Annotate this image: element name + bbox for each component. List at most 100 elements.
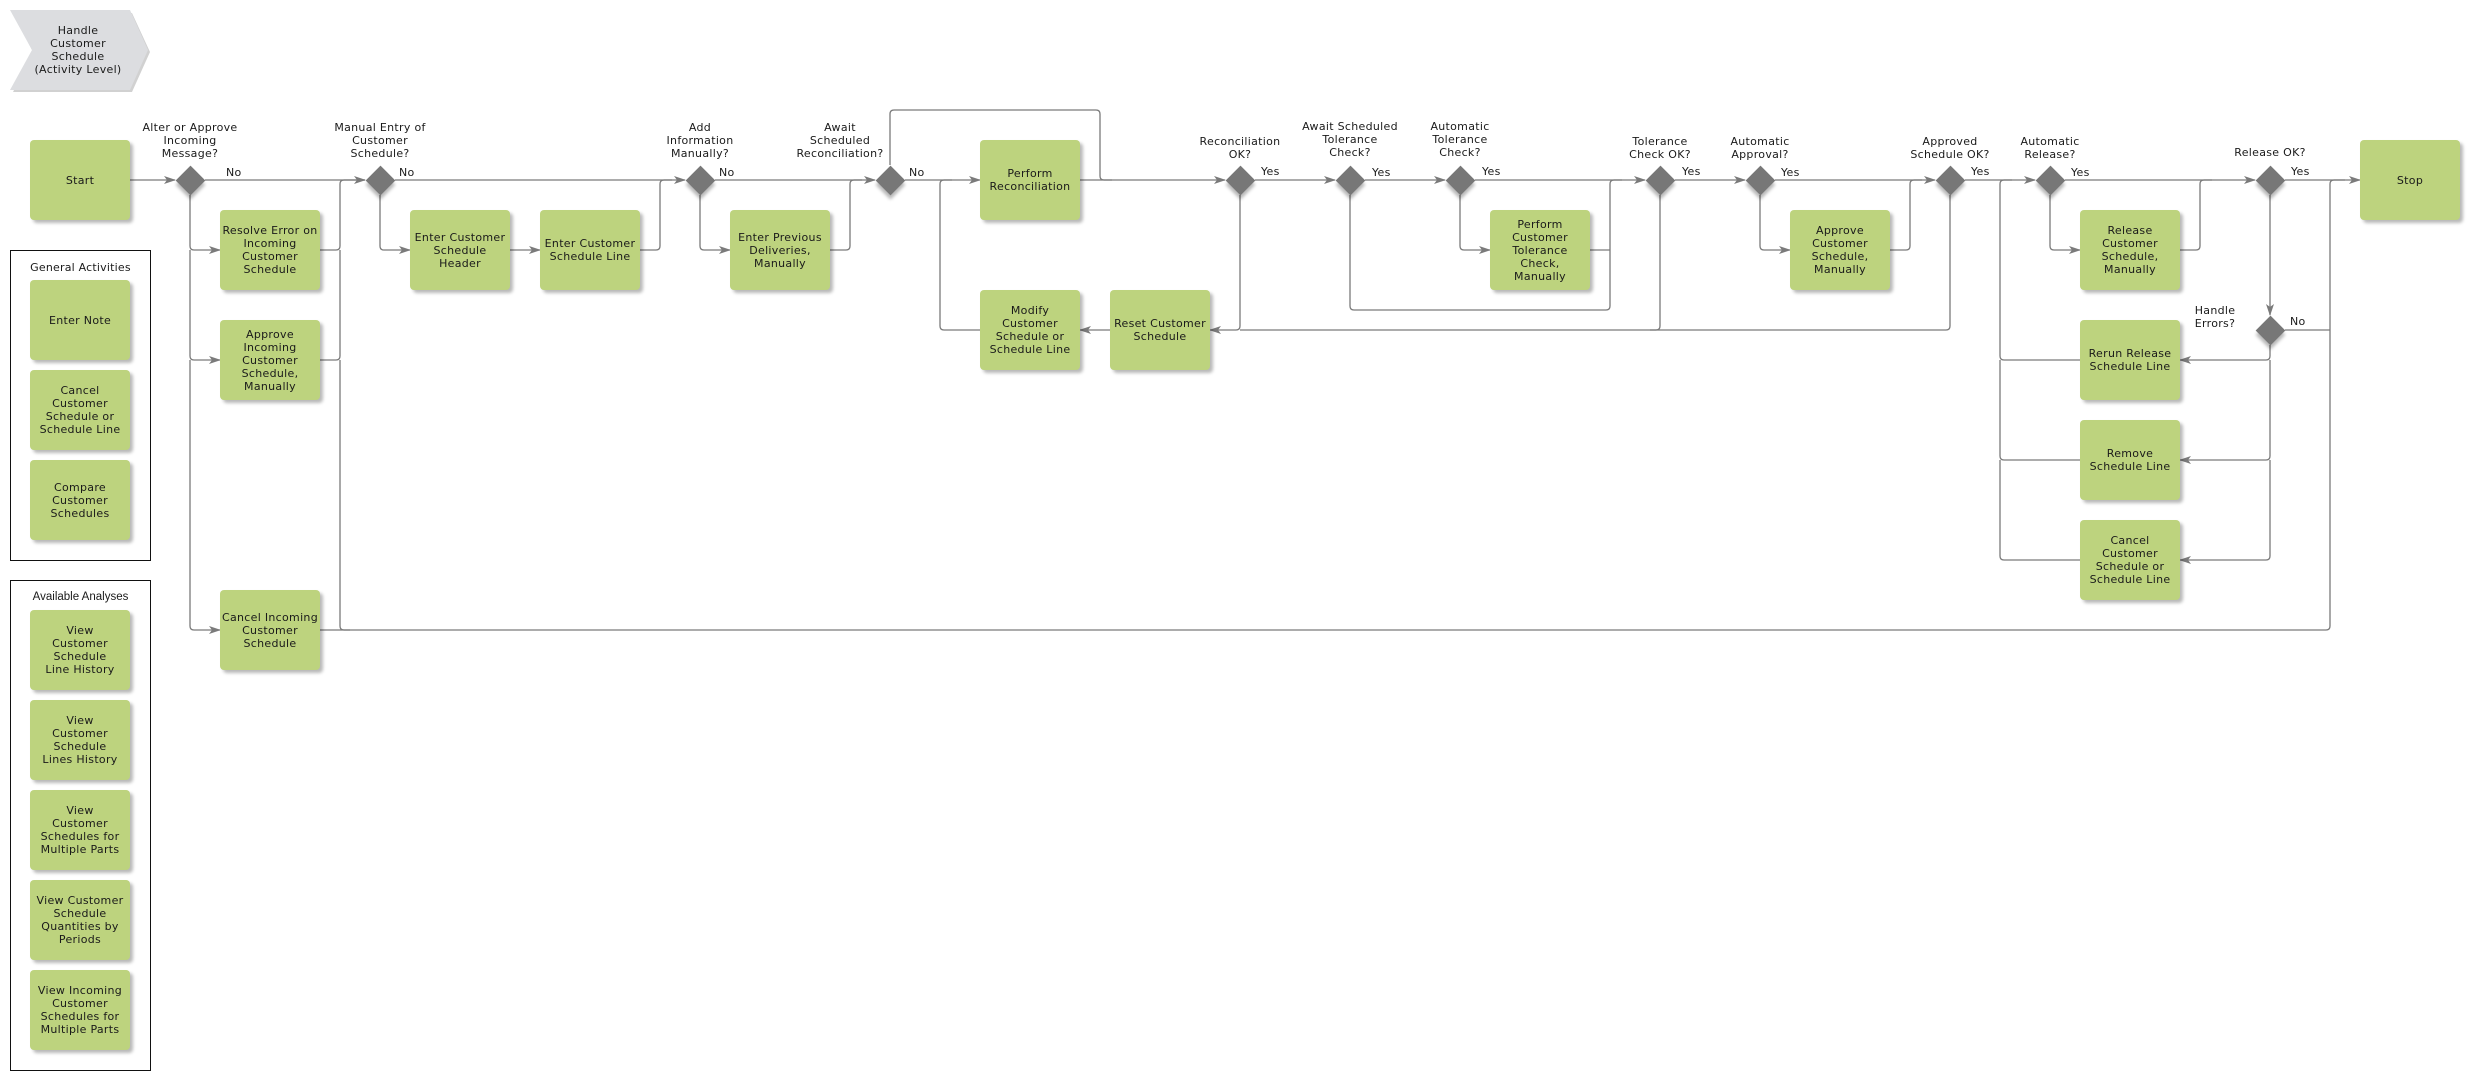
connector-branch	[2049, 195, 2081, 254]
activity-label: Cancel Customer Schedule or Schedule Lin…	[39, 384, 121, 436]
activity-cancel-schedule[interactable]: Cancel Customer Schedule or Schedule Lin…	[2080, 520, 2180, 600]
activity-approve-incoming[interactable]: Approve Incoming Customer Schedule, Manu…	[220, 320, 320, 400]
connector-merge	[320, 179, 365, 251]
analysis-line-history[interactable]: View Customer Schedule Line History	[30, 610, 130, 690]
activity-label: Rerun Release Schedule Line	[2088, 347, 2172, 373]
activity-label: Enter Customer Schedule Line	[544, 237, 636, 263]
connector-merge	[2180, 179, 2212, 251]
activity-label: Approve Incoming Customer Schedule, Manu…	[241, 327, 299, 393]
general-activity-cancel-schedule[interactable]: Cancel Customer Schedule or Schedule Lin…	[30, 370, 130, 450]
activity-remove-schedule-line[interactable]: Remove Schedule Line	[2080, 420, 2180, 500]
available-analyses-title: Available Analyses	[32, 591, 129, 603]
connector-branch	[2179, 345, 2271, 364]
connector-rework	[939, 179, 980, 331]
activity-modify-schedule[interactable]: Modify Customer Schedule or Schedule Lin…	[980, 290, 1080, 370]
activity-label: Enter Note	[48, 313, 112, 327]
branch-label: No	[2290, 315, 2306, 328]
decision-question: Add Information Manually?	[666, 121, 734, 160]
activity-rerun-release[interactable]: Rerun Release Schedule Line	[2080, 320, 2180, 400]
branch-label: No	[399, 166, 415, 179]
activity-enter-header[interactable]: Enter Customer Schedule Header	[410, 210, 510, 290]
connector-to-reset	[1650, 195, 1661, 331]
decision-question: Alter or Approve Incoming Message?	[142, 121, 238, 160]
connector-merge	[1890, 179, 1922, 251]
connector-branch	[379, 195, 411, 254]
analysis-label: View Customer Schedules for Multiple Par…	[40, 804, 120, 856]
decision-question: Manual Entry of Customer Schedule?	[334, 121, 426, 160]
branch-label: Yes	[2071, 166, 2090, 179]
branch-label: Yes	[1261, 165, 1280, 178]
activity-label: Resolve Error on Incoming Customer Sched…	[222, 224, 318, 276]
analysis-label: View Incoming Customer Schedules for Mul…	[37, 984, 123, 1036]
analysis-quantities-by-periods[interactable]: View Customer Schedule Quantities by Per…	[30, 880, 130, 960]
activity-perform-reconciliation[interactable]: Perform Reconciliation	[980, 140, 1080, 220]
decision-question: Await Scheduled Reconciliation?	[796, 121, 884, 160]
activity-label: Compare Customer Schedules	[50, 480, 110, 520]
analysis-incoming-multiple-parts[interactable]: View Incoming Customer Schedules for Mul…	[30, 970, 130, 1050]
process-diagram-canvas: Handle Customer Schedule (Activity Level…	[0, 0, 2470, 1080]
connector-return	[1999, 360, 2080, 461]
connector-return	[1999, 460, 2080, 561]
connector-branch	[1759, 195, 1791, 254]
branch-label: Yes	[1682, 165, 1701, 178]
activity-label: Cancel Customer Schedule or Schedule Lin…	[2089, 534, 2171, 586]
connector-branch	[699, 195, 731, 254]
activity-resolve-error[interactable]: Resolve Error on Incoming Customer Sched…	[220, 210, 320, 290]
activity-label: Remove Schedule Line	[2089, 447, 2171, 473]
general-activity-compare-schedules[interactable]: Compare Customer Schedules	[30, 460, 130, 540]
activity-cancel-incoming[interactable]: Cancel Incoming Customer Schedule	[220, 590, 320, 670]
analysis-label: View Customer Schedule Quantities by Per…	[36, 894, 124, 946]
activity-release-customer-schedule[interactable]: Release Customer Schedule, Manually	[2080, 210, 2180, 290]
decision-question: Handle Errors?	[2194, 304, 2236, 330]
activity-reset-schedule[interactable]: Reset Customer Schedule	[1110, 290, 1210, 370]
branch-label: No	[719, 166, 735, 179]
branch-label: Yes	[1372, 166, 1391, 179]
activity-label: Cancel Incoming Customer Schedule	[222, 610, 318, 650]
branch-label: No	[909, 166, 925, 179]
connector-branch	[1459, 195, 1491, 254]
branch-label: No	[226, 166, 242, 179]
process-title: Handle Customer Schedule (Activity Level…	[34, 24, 122, 76]
activity-label: Perform Reconciliation	[989, 167, 1071, 193]
activity-enter-line[interactable]: Enter Customer Schedule Line	[540, 210, 640, 290]
start-event[interactable]: Start	[30, 140, 130, 220]
activity-label: Approve Customer Schedule, Manually	[1811, 224, 1869, 276]
analysis-schedules-multiple-parts[interactable]: View Customer Schedules for Multiple Par…	[30, 790, 130, 870]
connector-branch	[189, 360, 221, 634]
decision-question: Automatic Release?	[2020, 135, 2080, 161]
decision-question: Automatic Approval?	[1730, 135, 1790, 161]
connector-merge	[640, 179, 672, 251]
general-activities-title: General Activities	[30, 261, 131, 274]
general-activity-enter-note[interactable]: Enter Note	[30, 280, 130, 360]
connector-merge	[830, 179, 862, 251]
connector-merge	[320, 250, 341, 361]
branch-label: Yes	[1781, 166, 1800, 179]
connector-branch	[2179, 460, 2271, 564]
connector-branch	[189, 195, 221, 254]
activity-enter-previous-deliveries[interactable]: Enter Previous Deliveries, Manually	[730, 210, 830, 290]
connector-merge	[339, 360, 350, 631]
analysis-label: View Customer Schedule Line History	[45, 624, 115, 676]
start-label: Start	[65, 173, 95, 187]
stop-label: Stop	[2396, 173, 2424, 187]
decision-question: Automatic Tolerance Check?	[1430, 120, 1490, 159]
branch-label: Yes	[1971, 165, 1990, 178]
connector-branch	[189, 250, 221, 364]
activity-label: Enter Customer Schedule Header	[414, 230, 506, 270]
activity-label: Reset Customer Schedule	[1114, 317, 1206, 343]
connector-rework	[1209, 195, 1241, 334]
activity-label: Modify Customer Schedule or Schedule Lin…	[989, 304, 1071, 356]
branch-label: Yes	[1482, 165, 1501, 178]
connector-branch	[2179, 360, 2271, 464]
branch-label: Yes	[2291, 165, 2310, 178]
activity-approve-customer-schedule[interactable]: Approve Customer Schedule, Manually	[1790, 210, 1890, 290]
connector-return	[1999, 179, 2080, 361]
activity-perform-tolerance-check[interactable]: Perform Customer Tolerance Check, Manual…	[1490, 210, 1590, 290]
activity-label: Enter Previous Deliveries, Manually	[738, 230, 822, 270]
stop-event[interactable]: Stop	[2360, 140, 2460, 220]
analysis-lines-history[interactable]: View Customer Schedule Lines History	[30, 700, 130, 780]
decision-question: Release OK?	[2234, 146, 2306, 159]
activity-label: Release Customer Schedule, Manually	[2101, 224, 2159, 276]
activity-label: Perform Customer Tolerance Check, Manual…	[1512, 217, 1568, 283]
analysis-label: View Customer Schedule Lines History	[42, 714, 118, 766]
